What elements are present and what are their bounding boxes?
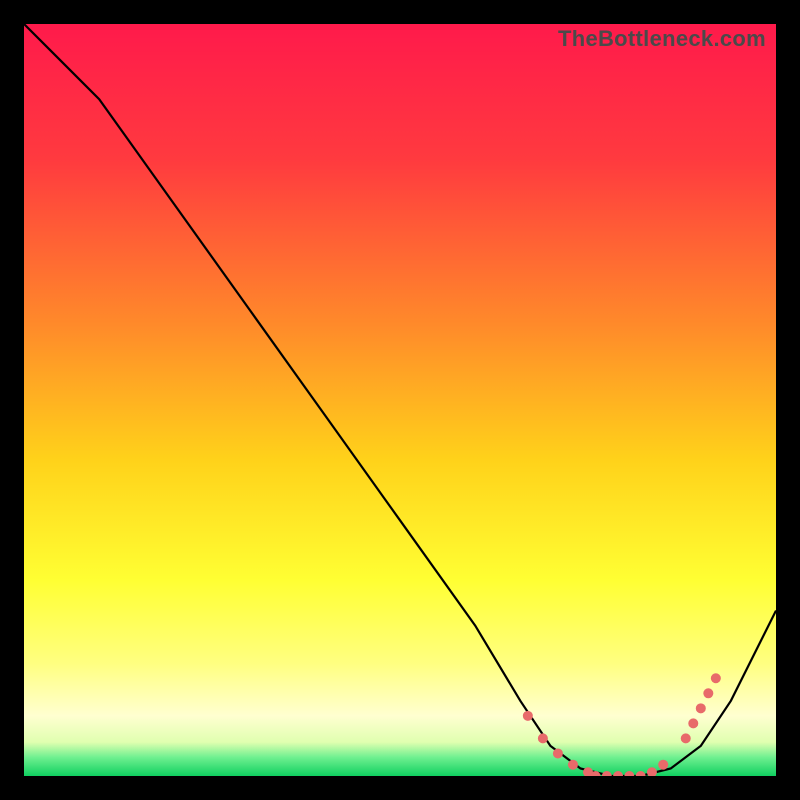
marker-dot [658,760,668,770]
marker-dot [681,733,691,743]
marker-dot [711,673,721,683]
marker-dot [696,703,706,713]
bottleneck-chart [24,24,776,776]
marker-dot [703,688,713,698]
marker-dot [553,748,563,758]
marker-dot [688,718,698,728]
gradient-background [24,24,776,776]
marker-dot [523,711,533,721]
marker-dot [568,760,578,770]
chart-frame: TheBottleneck.com [24,24,776,776]
marker-dot [538,733,548,743]
